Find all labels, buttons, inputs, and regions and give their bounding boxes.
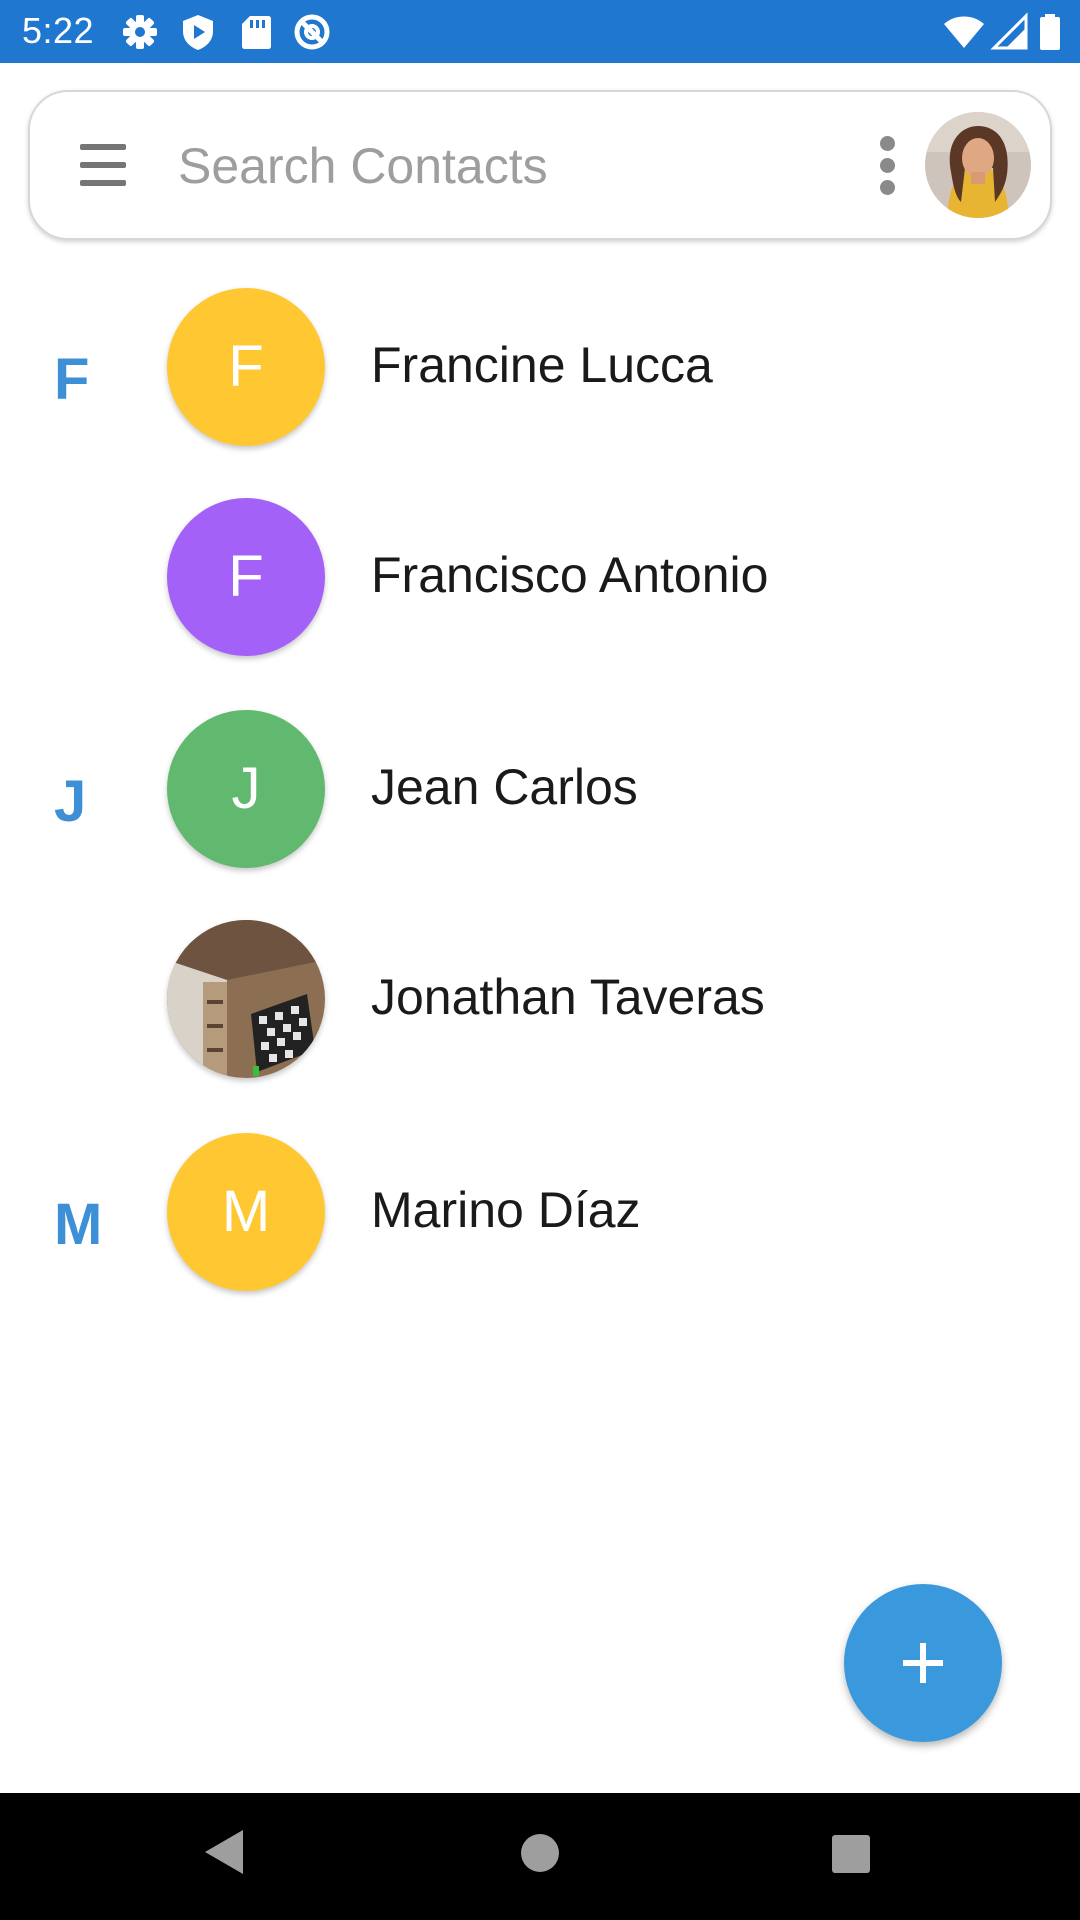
at-sign-icon [294, 14, 330, 50]
contact-avatar: J [167, 710, 325, 868]
recents-icon[interactable] [832, 1835, 870, 1873]
home-icon[interactable] [521, 1834, 559, 1872]
user-photo [925, 112, 1031, 218]
search-input[interactable] [178, 124, 738, 208]
menu-icon[interactable] [80, 144, 126, 186]
contact-row[interactable]: Jonathan Taveras [0, 907, 1080, 1117]
user-avatar[interactable] [925, 112, 1031, 218]
contact-row[interactable]: F Francisco Antonio [0, 485, 1080, 695]
section-letter: J [54, 769, 87, 834]
add-contact-button[interactable] [844, 1584, 1002, 1742]
contact-avatar: F [167, 288, 325, 446]
play-protect-icon [183, 15, 213, 50]
back-icon[interactable] [205, 1830, 243, 1874]
gear-icon [123, 15, 157, 49]
contact-name: Marino Díaz [371, 1182, 641, 1238]
contact-row[interactable]: F F Francine Lucca [0, 275, 1080, 485]
contact-avatar: F [167, 498, 325, 656]
contact-photo [167, 920, 325, 1078]
contact-initial: J [231, 756, 261, 821]
battery-icon [1040, 14, 1060, 50]
contact-avatar: M [167, 1133, 325, 1291]
more-options-icon[interactable] [876, 136, 900, 196]
contact-row[interactable]: J J Jean Carlos [0, 697, 1080, 907]
cell-signal-icon [990, 12, 1028, 50]
section-letter: M [54, 1192, 103, 1257]
contact-initial: F [228, 334, 264, 399]
contact-initial: F [228, 544, 264, 609]
wifi-icon [944, 16, 984, 48]
contact-name: Francine Lucca [371, 337, 713, 393]
status-time: 5:22 [22, 10, 95, 51]
section-letter: F [54, 347, 90, 412]
sd-card-icon [242, 16, 271, 49]
contact-name: Jonathan Taveras [371, 969, 765, 1025]
contact-name: Francisco Antonio [371, 547, 769, 603]
contact-name: Jean Carlos [371, 759, 638, 815]
status-bar: 5:22 [0, 0, 1080, 63]
contact-avatar [167, 920, 325, 1078]
contact-initial: M [221, 1179, 271, 1244]
contact-row[interactable]: M M Marino Díaz [0, 1120, 1080, 1330]
navigation-bar [0, 1793, 1080, 1920]
search-bar [28, 90, 1052, 240]
